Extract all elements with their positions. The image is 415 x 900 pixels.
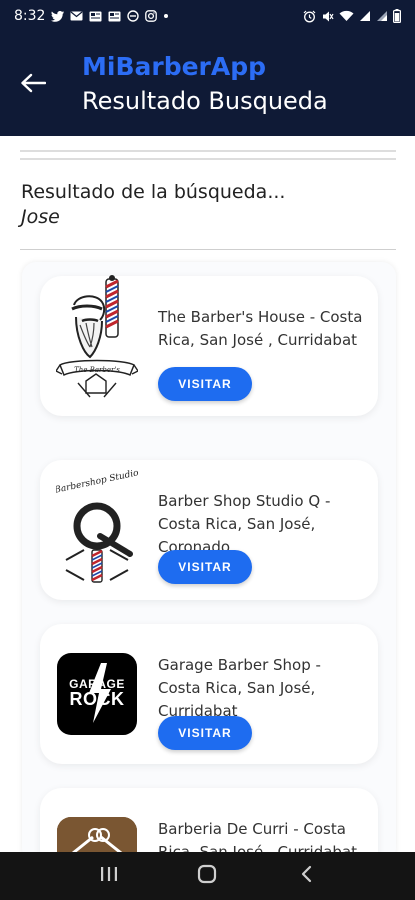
system-nav-bar — [0, 852, 415, 900]
minus-circle-icon — [127, 10, 140, 22]
status-time: 8:32 — [14, 8, 46, 24]
barber-pole-bearded-man-logo: The Barber's — [56, 275, 138, 398]
signal-icon — [376, 10, 388, 22]
result-heading: Resultado de la búsqueda... — [21, 181, 286, 203]
visit-button[interactable]: VISITAR — [158, 367, 252, 401]
wifi-icon — [339, 10, 354, 22]
recent-apps-button[interactable] — [89, 856, 129, 896]
results-list[interactable]: The Barber's The Barber's House - Costa … — [22, 262, 396, 862]
recent-apps-icon — [100, 866, 118, 886]
app-title: MiBarberApp — [82, 52, 267, 81]
svg-text:Barbershop Studio: Barbershop Studio — [56, 470, 138, 496]
system-back-button[interactable] — [286, 856, 326, 896]
app-bar: MiBarberApp Resultado Busqueda — [0, 32, 415, 136]
news-icon — [108, 11, 121, 22]
back-button[interactable] — [16, 68, 50, 102]
search-query: Jose — [21, 206, 60, 228]
battery-icon — [393, 9, 401, 23]
logo-text-rock: ROCK — [69, 689, 125, 709]
result-name[interactable]: Garage Barber Shop - Costa Rica, San Jos… — [158, 654, 368, 723]
arrow-left-icon — [20, 73, 47, 97]
status-left: 8:32 — [14, 8, 169, 24]
divider — [20, 249, 396, 250]
mail-icon — [70, 11, 83, 21]
dot-icon — [163, 13, 169, 19]
result-name[interactable]: The Barber's House - Costa Rica, San Jos… — [158, 306, 368, 352]
list-item[interactable]: GARAGE ROCK Garage Barber Shop - Costa R… — [40, 624, 378, 764]
news-icon — [89, 11, 102, 22]
result-name[interactable]: Barber Shop Studio Q - Costa Rica, San J… — [158, 490, 368, 559]
svg-text:The Barber's: The Barber's — [74, 366, 120, 374]
signal-icon — [359, 10, 371, 22]
home-button[interactable] — [187, 856, 227, 896]
back-icon — [300, 865, 312, 887]
barber-studio-q-logo: Barbershop Studio — [56, 470, 138, 583]
divider — [20, 158, 396, 160]
visit-button[interactable]: VISITAR — [158, 550, 252, 584]
visit-button[interactable]: VISITAR — [158, 716, 252, 750]
alarm-icon — [303, 10, 316, 23]
twitter-icon — [51, 10, 65, 22]
list-item[interactable]: The Barber's The Barber's House - Costa … — [40, 275, 378, 416]
home-icon — [197, 864, 217, 888]
list-item[interactable]: Barberia De Curri - Costa Rica, San José… — [40, 788, 378, 862]
divider — [20, 150, 396, 152]
garage-rock-logo: GARAGE ROCK — [56, 644, 138, 744]
page-title: Resultado Busqueda — [82, 87, 328, 115]
mute-icon — [321, 10, 334, 23]
instagram-icon — [145, 10, 158, 22]
list-item[interactable]: Barbershop Studio Barber Shop Studio Q -… — [40, 460, 378, 600]
status-right — [303, 9, 401, 23]
status-bar: 8:32 — [0, 0, 415, 32]
